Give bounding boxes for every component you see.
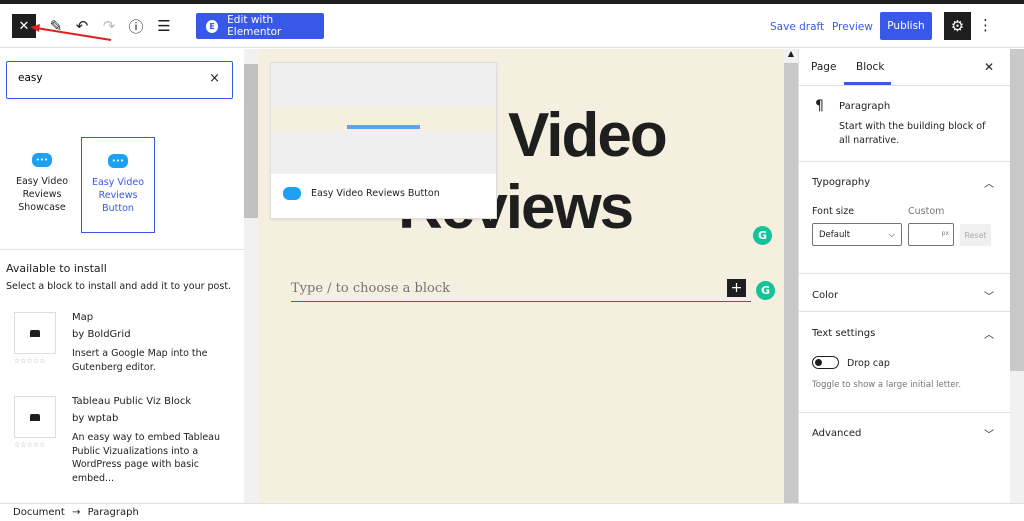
custom-size-input[interactable]: px — [908, 223, 954, 246]
drop-cap-help: Toggle to show a large initial letter. — [812, 380, 962, 390]
list-view-icon[interactable]: ☰ — [152, 14, 176, 38]
video-review-icon: ••• — [32, 153, 52, 167]
star-rating: ☆☆☆☆☆ — [14, 357, 46, 365]
plugin-name: Map — [72, 312, 94, 323]
font-size-select[interactable]: Default ⌵ — [812, 223, 902, 246]
block-search-input[interactable] — [18, 72, 198, 84]
divider — [799, 273, 1011, 274]
scroll-up-arrow-icon[interactable]: ▲ — [784, 49, 798, 63]
breadcrumb-document[interactable]: Document — [13, 507, 65, 518]
block-result-item-selected[interactable]: ••• Easy Video Reviews Button — [81, 137, 155, 233]
divider — [0, 249, 244, 250]
drop-cap-label: Drop cap — [847, 358, 890, 369]
typography-panel-title[interactable]: Typography — [812, 177, 870, 188]
font-size-label: Font size — [812, 206, 855, 217]
advanced-panel-title[interactable]: Advanced — [812, 428, 861, 439]
block-default-icon — [14, 312, 56, 354]
close-sidebar-icon[interactable]: ✕ — [984, 60, 994, 74]
block-default-icon — [14, 396, 56, 438]
star-rating: ☆☆☆☆☆ — [14, 441, 46, 449]
more-options-icon[interactable]: ⋮ — [978, 16, 993, 34]
elementor-label: Edit with Elementor — [227, 14, 282, 38]
paragraph-block-input[interactable]: Type / to choose a block — [291, 281, 751, 302]
preview-button-bar — [347, 125, 420, 129]
chevron-up-icon[interactable]: ︿ — [984, 175, 994, 190]
tab-block[interactable]: Block — [856, 61, 884, 73]
clear-search-icon[interactable]: × — [209, 71, 220, 86]
plugin-name: Tableau Public Viz Block — [72, 396, 192, 407]
block-preview-popover: Easy Video Reviews Button — [270, 62, 497, 219]
edit-with-elementor-button[interactable]: E Edit with Elementor — [196, 13, 324, 39]
chevron-down-icon[interactable]: ﹀ — [984, 288, 994, 303]
block-description: Start with the building block of all nar… — [839, 121, 986, 146]
divider — [799, 85, 1011, 86]
elementor-icon: E — [206, 19, 219, 33]
canvas-scrollbar[interactable] — [784, 49, 798, 503]
block-result-item[interactable]: ••• Easy Video Reviews Showcase — [5, 137, 79, 233]
block-result-label: Easy Video Reviews Button — [91, 177, 145, 214]
preview-title: Easy Video Reviews Button — [283, 187, 440, 200]
preview-area — [271, 63, 496, 106]
chevron-down-icon[interactable]: ﹀ — [984, 426, 994, 441]
text-settings-panel-title[interactable]: Text settings — [812, 328, 875, 339]
drop-cap-toggle[interactable] — [812, 356, 839, 369]
heading-block[interactable]: Video — [508, 100, 668, 171]
add-block-button[interactable]: + — [727, 279, 746, 297]
plugin-author: by wptab — [72, 413, 119, 424]
reset-button[interactable]: Reset — [960, 224, 991, 246]
tab-page[interactable]: Page — [811, 61, 836, 73]
chevron-up-icon[interactable]: ︿ — [984, 326, 994, 341]
save-draft-button[interactable]: Save draft — [770, 21, 824, 33]
video-review-icon: ••• — [108, 154, 128, 168]
settings-button[interactable]: ⚙ — [944, 12, 971, 40]
breadcrumb-separator: → — [72, 507, 81, 518]
block-name: Paragraph — [839, 101, 891, 112]
breadcrumb: Document → Paragraph — [0, 503, 1024, 521]
sidebar-scrollbar-thumb[interactable] — [1010, 49, 1024, 371]
block-search-field[interactable]: × — [6, 61, 233, 99]
breadcrumb-paragraph[interactable]: Paragraph — [88, 507, 139, 518]
publish-button[interactable]: Publish — [880, 12, 932, 40]
plugin-description: Insert a Google Map into the Gutenberg e… — [72, 348, 208, 373]
custom-size-label: Custom — [908, 206, 945, 217]
divider — [799, 161, 1011, 162]
annotation-arrow-icon — [30, 24, 112, 41]
available-to-install-heading: Available to install — [6, 262, 107, 275]
editor-header: ✕ ✎ ↶ ↷ ⓘ ☰ E Edit with Elementor Save dr… — [0, 4, 1024, 48]
plugin-description: An easy way to embed Tableau Public Vizu… — [72, 432, 221, 484]
grammarly-icon[interactable]: G — [756, 281, 775, 300]
gear-icon: ⚙ — [950, 17, 965, 35]
paragraph-icon: ¶ — [815, 98, 824, 114]
divider — [799, 412, 1011, 413]
divider — [799, 311, 1011, 312]
video-review-icon — [283, 187, 301, 200]
color-panel-title[interactable]: Color — [812, 290, 838, 301]
settings-sidebar: Page Block ✕ ¶ Paragraph Start with the … — [798, 49, 1011, 503]
info-icon[interactable]: ⓘ — [124, 14, 148, 38]
preview-area — [271, 131, 496, 174]
block-result-label: Easy Video Reviews Showcase — [15, 176, 69, 213]
font-size-value: Default — [819, 229, 851, 240]
inserter-scrollbar-thumb[interactable] — [244, 64, 258, 218]
chevron-down-icon: ⌵ — [888, 229, 895, 240]
preview-button[interactable]: Preview — [832, 21, 873, 33]
preview-label: Easy Video Reviews Button — [311, 188, 440, 199]
grammarly-icon[interactable]: G — [753, 226, 772, 245]
available-to-install-description: Select a block to install and add it to … — [6, 281, 232, 292]
plugin-author: by BoldGrid — [72, 329, 131, 340]
